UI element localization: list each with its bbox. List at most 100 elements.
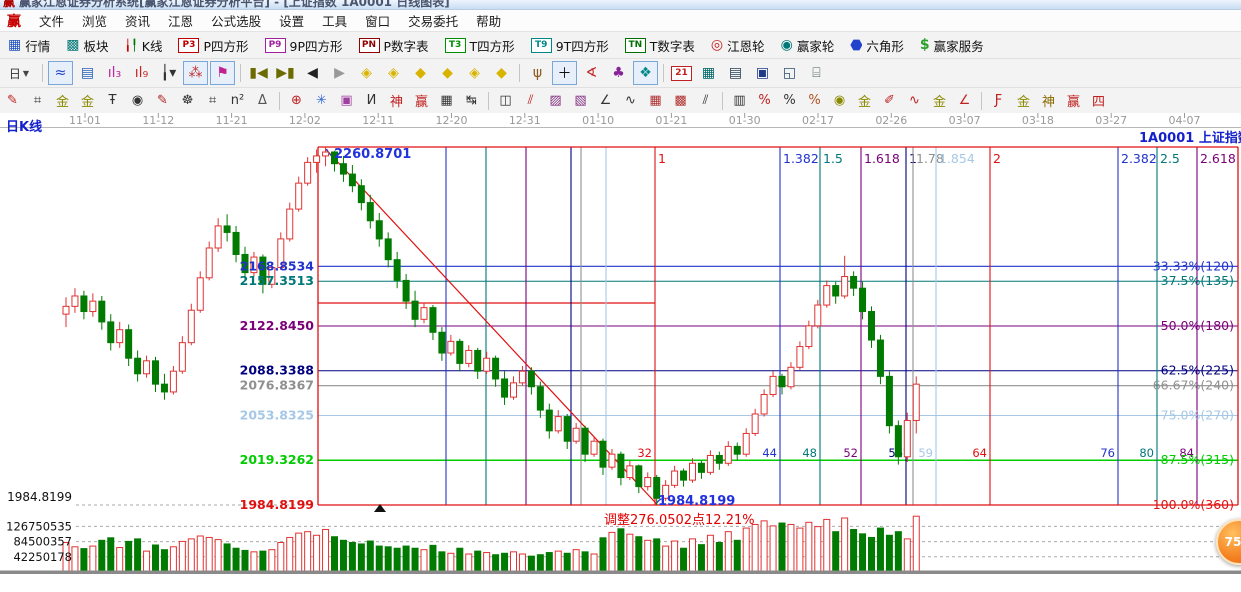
menu-news[interactable]: 资讯 bbox=[116, 11, 159, 30]
candle bbox=[591, 441, 597, 454]
shen-grid-icon[interactable]: 神 bbox=[385, 90, 408, 111]
menu-gann[interactable]: 江恩 bbox=[159, 11, 202, 30]
toolbar-9t-square-button[interactable]: T99T四方形 bbox=[523, 34, 617, 56]
gold-line-icon[interactable]: 金 bbox=[928, 90, 951, 111]
gold-box2-icon[interactable]: 金 bbox=[76, 90, 99, 111]
pencil-scale-icon[interactable]: ✎ bbox=[151, 90, 174, 111]
toolbar-t-number-button[interactable]: TNT数字表 bbox=[617, 34, 703, 56]
candle-style-icon[interactable]: ╽▾ bbox=[156, 61, 181, 85]
grid-123-icon[interactable]: ▦ bbox=[435, 90, 458, 111]
zoom-right-diamond-icon[interactable]: ◈ bbox=[381, 61, 406, 85]
time-wheel-icon[interactable]: ☸ bbox=[176, 90, 199, 111]
grid-red2-icon[interactable]: ▩ bbox=[669, 90, 692, 111]
retrace-pct-icon[interactable]: % bbox=[753, 90, 776, 111]
comb2-icon[interactable]: ⌗ bbox=[201, 90, 224, 111]
box-plot-icon[interactable]: ◫ bbox=[494, 90, 517, 111]
menu-window[interactable]: 窗口 bbox=[356, 11, 399, 30]
toolbar-t-square-button[interactable]: T3T四方形 bbox=[437, 34, 523, 56]
gold-box-icon[interactable]: 金 bbox=[51, 90, 74, 111]
pencil-red-icon[interactable]: ✎ bbox=[1, 90, 24, 111]
grid-red-icon[interactable]: ▦ bbox=[644, 90, 667, 111]
angle-lines-icon[interactable]: ∠ bbox=[594, 90, 617, 111]
title-bar[interactable]: 赢赢家江恩证券分析系统[赢家江恩证券分析平台] - [上证指数 1A0001 日… bbox=[0, 0, 1241, 10]
spiral-icon[interactable]: ◉ bbox=[126, 90, 149, 111]
four-angle-icon[interactable]: 四 bbox=[1087, 90, 1110, 111]
expand-vertical-diamond-icon[interactable]: ◆ bbox=[435, 61, 460, 85]
n-square-icon[interactable]: n² bbox=[226, 90, 249, 111]
gann-shape-icon[interactable]: ♣ bbox=[606, 61, 631, 85]
info-panel-icon[interactable]: ▤ bbox=[75, 61, 100, 85]
calendar-icon[interactable]: 21 bbox=[669, 61, 694, 85]
print-icon[interactable]: ⌸ bbox=[804, 61, 829, 85]
shen-angle-icon[interactable]: 神 bbox=[1037, 90, 1060, 111]
skip-end-icon[interactable]: ▶▮ bbox=[273, 61, 298, 85]
toolbar-p-number-button[interactable]: PNP数字表 bbox=[351, 34, 437, 56]
f-angle-icon[interactable]: Ƒ bbox=[987, 90, 1010, 111]
toolbar-hexagon-button[interactable]: 六角形 bbox=[842, 34, 912, 56]
toolbar-9p-square-button[interactable]: P99P四方形 bbox=[257, 34, 351, 56]
gann-table-icon[interactable]: ▥ bbox=[728, 90, 751, 111]
ying-grid-icon[interactable]: 赢 bbox=[410, 90, 433, 111]
fan-box-icon[interactable]: ▨ bbox=[544, 90, 567, 111]
period-selector[interactable]: 日▼ bbox=[1, 61, 37, 85]
expand-horizontal-diamond-icon[interactable]: ◆ bbox=[408, 61, 433, 85]
angle-red-icon[interactable]: ∠ bbox=[953, 90, 976, 111]
notes-icon[interactable]: ▤ bbox=[723, 61, 748, 85]
toolbar-winner-wheel-button[interactable]: ◉赢家轮 bbox=[773, 34, 843, 56]
percent-lines-icon[interactable]: % bbox=[803, 90, 826, 111]
expand-all-diamond-icon[interactable]: ◆ bbox=[489, 61, 514, 85]
chart-3-icon[interactable]: ıl₃ bbox=[102, 61, 127, 85]
chart-9-icon[interactable]: ıl₉ bbox=[129, 61, 154, 85]
toolbar-gann-wheel-button[interactable]: ◎江恩轮 bbox=[703, 34, 773, 56]
f-grid-icon[interactable]: Ŧ bbox=[101, 90, 124, 111]
starburst-icon[interactable]: ✳ bbox=[310, 90, 333, 111]
k-wave-icon[interactable]: И bbox=[360, 90, 383, 111]
wave-check-icon[interactable]: ∿ bbox=[619, 90, 642, 111]
menu-formula-stock-pick[interactable]: 公式选股 bbox=[202, 11, 270, 30]
toolbar-p-square-button[interactable]: P3P四方形 bbox=[170, 34, 256, 56]
toolbar-quotes-button[interactable]: ▦行情 bbox=[0, 34, 58, 56]
candle bbox=[466, 350, 472, 363]
menu-browse[interactable]: 浏览 bbox=[73, 11, 116, 30]
wave-red-icon[interactable]: ∿ bbox=[903, 90, 926, 111]
zoom-left-diamond-icon[interactable]: ◈ bbox=[354, 61, 379, 85]
gold-circle-icon[interactable]: ◉ bbox=[828, 90, 851, 111]
puzzle-icon[interactable]: ❖ bbox=[633, 61, 658, 85]
skip-start-icon[interactable]: ▮◀ bbox=[246, 61, 271, 85]
flag-pencil-icon[interactable]: ✐ bbox=[878, 90, 901, 111]
menu-file[interactable]: 文件 bbox=[30, 11, 73, 30]
menu-tools[interactable]: 工具 bbox=[313, 11, 356, 30]
flag-filter-icon[interactable]: ⚑ bbox=[210, 61, 235, 85]
save-icon[interactable]: ▣ bbox=[750, 61, 775, 85]
menu-help[interactable]: 帮助 bbox=[467, 11, 510, 30]
span-arrows-icon[interactable]: ↹ bbox=[460, 90, 483, 111]
menu-settings[interactable]: 设置 bbox=[270, 11, 313, 30]
toolbar-winner-service-button[interactable]: $赢家服务 bbox=[912, 34, 992, 56]
toolbar-sectors-button[interactable]: ▩板块 bbox=[58, 34, 116, 56]
angle-a-icon[interactable]: Δ bbox=[251, 90, 274, 111]
comb-scale-icon[interactable]: ⌗ bbox=[26, 90, 49, 111]
fan-box2-icon[interactable]: ▧ bbox=[569, 90, 592, 111]
fan-red-icon[interactable]: ⫽ bbox=[519, 90, 542, 111]
chart-area[interactable]: 11-0111-1211-2112-0212-1112-2012-3101-10… bbox=[0, 113, 1241, 592]
crosshair-icon[interactable]: ＋ bbox=[552, 61, 577, 85]
menu-trade[interactable]: 交易委托 bbox=[399, 11, 467, 30]
gold-angle-icon[interactable]: 金 bbox=[1012, 90, 1035, 111]
export-icon[interactable]: ◱ bbox=[777, 61, 802, 85]
zigzag-icon[interactable]: ≈ bbox=[48, 61, 73, 85]
pattern-icon[interactable]: ⁂ bbox=[183, 61, 208, 85]
box-star-icon[interactable]: ▣ bbox=[335, 90, 358, 111]
gold-lines-icon[interactable]: 金 bbox=[853, 90, 876, 111]
toolbar-kline-button[interactable]: ╽╿K线 bbox=[117, 34, 171, 56]
angle-measure-icon[interactable]: ∢ bbox=[579, 61, 604, 85]
prev-bar-icon[interactable]: ◀ bbox=[300, 61, 325, 85]
hand-tool-icon[interactable]: ψ bbox=[525, 61, 550, 85]
volume-bar bbox=[734, 540, 740, 572]
compress-diamond-icon[interactable]: ◈ bbox=[462, 61, 487, 85]
parallel-lines-icon[interactable]: ⫽ bbox=[694, 90, 717, 111]
percent-icon[interactable]: % bbox=[778, 90, 801, 111]
target-red-icon[interactable]: ⊕ bbox=[285, 90, 308, 111]
ying-angle-icon[interactable]: 赢 bbox=[1062, 90, 1085, 111]
calculator-icon[interactable]: ▦ bbox=[696, 61, 721, 85]
next-bar-icon[interactable]: ▶ bbox=[327, 61, 352, 85]
